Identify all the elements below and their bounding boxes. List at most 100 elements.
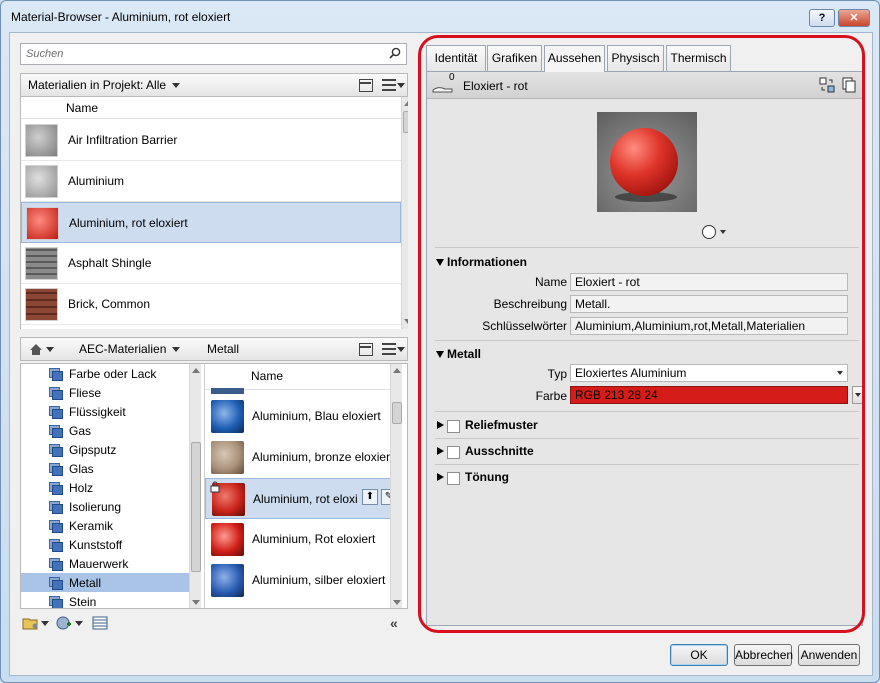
column-header-name: Name (66, 101, 99, 115)
list-item[interactable]: Asphalt Shingle (21, 243, 401, 284)
list-item[interactable]: Aluminium, bronze eloxiert (205, 437, 402, 478)
project-column-header[interactable]: Name (21, 97, 401, 119)
add-to-project-icon[interactable]: ⬆ (362, 489, 378, 505)
name-field[interactable]: Eloxiert - rot (570, 273, 848, 291)
scroll-down-icon[interactable] (192, 600, 200, 605)
tree-item[interactable]: Fliese (21, 383, 189, 402)
replace-asset-icon[interactable] (819, 77, 835, 93)
tree-item[interactable]: Isolierung (21, 497, 189, 516)
list-item[interactable]: Brick, Common (21, 284, 401, 325)
list-item[interactable]: Air Infiltration Barrier (21, 120, 401, 161)
keywords-field[interactable]: Aluminium,Aluminium,rot,Metall,Materiali… (570, 317, 848, 335)
project-filter-label: Materialien in Projekt: Alle (28, 78, 167, 92)
library-manage-dropdown-icon[interactable] (41, 621, 49, 626)
scroll-down-icon[interactable] (393, 600, 401, 605)
relief-checkbox[interactable] (447, 420, 460, 433)
view-options-icon[interactable] (382, 79, 396, 91)
breadcrumb-aec[interactable]: AEC-Materialien (79, 342, 181, 356)
scroll-up-icon[interactable] (393, 368, 401, 373)
description-field[interactable]: Metall. (570, 295, 848, 313)
section-title: Ausschnitte (465, 444, 534, 458)
tab-identitaet[interactable]: Identität (426, 45, 486, 71)
help-button[interactable]: ? (809, 9, 835, 27)
scrollbar-thumb[interactable] (403, 111, 408, 133)
library-footer: « (20, 611, 408, 637)
type-label: Typ (547, 367, 567, 381)
tint-checkbox[interactable] (447, 472, 460, 485)
tab-grafiken[interactable]: Grafiken (487, 45, 542, 71)
dialog-client: Suchen Materialien in Projekt: Alle Name… (9, 32, 873, 676)
list-item-selected[interactable]: Aluminium, rot eloxiert (21, 202, 401, 243)
library-folder-icon (49, 444, 63, 457)
view-options-dropdown-icon[interactable] (397, 347, 405, 352)
section-reliefmuster[interactable]: Reliefmuster (427, 415, 862, 437)
tab-physisch[interactable]: Physisch (607, 45, 664, 71)
section-ausschnitte[interactable]: Ausschnitte (427, 441, 862, 463)
divider (435, 464, 859, 465)
tree-item[interactable]: Stein (21, 592, 189, 608)
close-button[interactable]: ✕ (838, 9, 870, 27)
search-icon[interactable] (389, 47, 401, 59)
tree-item[interactable]: Kunststoff (21, 535, 189, 554)
tree-item[interactable]: Holz (21, 478, 189, 497)
tree-item[interactable]: Gas (21, 421, 189, 440)
home-icon[interactable] (29, 343, 43, 356)
home-dropdown-icon[interactable] (46, 347, 54, 352)
divider (435, 247, 859, 248)
project-toolbar: Materialien in Projekt: Alle (20, 73, 408, 97)
tree-item[interactable]: Farbe oder Lack (21, 364, 189, 383)
asset-browser-icon[interactable] (92, 616, 108, 630)
tree-item[interactable]: Keramik (21, 516, 189, 535)
view-options-icon[interactable] (382, 343, 396, 355)
cancel-button[interactable]: Abbrechen (734, 644, 793, 666)
create-material-icon[interactable] (56, 615, 72, 631)
library-manage-icon[interactable] (22, 616, 40, 630)
tab-aussehen[interactable]: Aussehen (544, 45, 605, 72)
section-toenung[interactable]: Tönung (427, 467, 862, 489)
color-field[interactable]: RGB 213 28 24 (570, 386, 848, 404)
list-item[interactable]: Aluminium, silber eloxiert (205, 560, 402, 601)
collapse-panel-icon[interactable]: « (390, 615, 398, 631)
project-filter-dropdown[interactable]: Materialien in Projekt: Alle (28, 78, 181, 92)
material-swatch (26, 207, 59, 240)
view-options-dropdown-icon[interactable] (397, 83, 405, 88)
tree-scrollbar[interactable] (189, 364, 201, 608)
tree-item[interactable]: Gipsputz (21, 440, 189, 459)
tree-item[interactable]: Glas (21, 459, 189, 478)
scroll-up-icon[interactable] (192, 368, 200, 373)
list-item[interactable]: Aluminium, Blau eloxiert (205, 396, 402, 437)
color-options-button[interactable] (852, 386, 865, 404)
list-item[interactable]: Aluminium (21, 161, 401, 202)
breadcrumb-metall[interactable]: Metall (207, 342, 239, 356)
material-label: Aluminium, rot eloxiert (69, 216, 188, 230)
scrollbar-thumb[interactable] (392, 402, 402, 424)
apply-button[interactable]: Anwenden (798, 644, 860, 666)
section-informationen[interactable]: Informationen (427, 252, 862, 274)
material-label: Aluminium (68, 174, 125, 188)
ok-button[interactable]: OK (670, 644, 728, 666)
scroll-up-icon[interactable] (404, 101, 408, 106)
scrollbar-thumb[interactable] (191, 442, 201, 572)
tree-item[interactable]: Mauerwerk (21, 554, 189, 573)
tree-item[interactable]: Flüssigkeit (21, 402, 189, 421)
duplicate-asset-icon[interactable] (842, 77, 856, 93)
cutouts-checkbox[interactable] (447, 446, 460, 459)
tab-thermisch[interactable]: Thermisch (666, 45, 731, 71)
type-select[interactable]: Eloxiertes Aluminium (570, 364, 848, 382)
scroll-down-icon[interactable] (404, 319, 408, 324)
type-select-value: Eloxiertes Aluminium (575, 366, 687, 380)
project-material-list: Name Air Infiltration Barrier Aluminium … (20, 97, 408, 329)
list-item[interactable]: Aluminium, Rot eloxiert (205, 519, 402, 560)
panel-toggle-icon[interactable] (359, 79, 373, 92)
section-metall[interactable]: Metall (427, 344, 862, 366)
panel-toggle-icon[interactable] (359, 343, 373, 356)
create-material-dropdown-icon[interactable] (75, 621, 83, 626)
library-list-scrollbar[interactable] (390, 364, 402, 608)
library-column-header[interactable]: Name (205, 364, 390, 390)
material-swatch (211, 441, 244, 474)
project-list-scrollbar[interactable] (401, 97, 408, 329)
list-item-selected[interactable]: Aluminium, rot eloxi ⬆ ✎ (205, 478, 402, 519)
search-input[interactable]: Suchen (20, 43, 407, 65)
preview-shape-dropdown-icon[interactable] (701, 224, 727, 240)
tree-item-selected[interactable]: Metall (21, 573, 189, 592)
